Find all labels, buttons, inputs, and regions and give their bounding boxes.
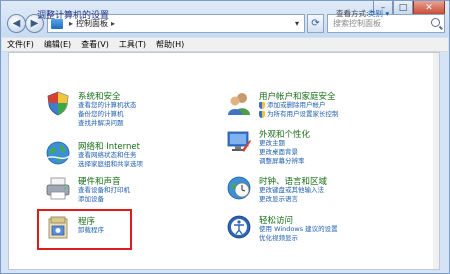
category-links: 使用 Windows 建议的设置 优化视频显示 — [259, 225, 338, 243]
view-by-dropdown[interactable]: 类别 ▾ — [368, 8, 389, 19]
category-links: 更改键盘或其他输入法 更改显示语言 — [259, 186, 324, 204]
uac-shield-icon — [259, 102, 265, 109]
link-view-network-status[interactable]: 查看网络状态和任务 — [78, 151, 143, 160]
back-button[interactable]: ◀ — [7, 14, 26, 33]
address-dropdown-icon[interactable]: ▾ — [290, 19, 304, 28]
link-homegroup-sharing[interactable]: 选择家庭组和共享选项 — [78, 160, 143, 169]
category-links: 更改主题 更改桌面背景 调整屏幕分辨率 — [259, 139, 305, 166]
category-links: 查看您的计算机状态 备份您的计算机 查找并解决问题 — [78, 101, 137, 128]
link-backup-computer[interactable]: 备份您的计算机 — [78, 110, 137, 119]
menu-edit[interactable]: 编辑(E) — [39, 39, 76, 50]
refresh-button[interactable]: ⟳ — [307, 14, 324, 33]
system-security-icon[interactable] — [45, 90, 71, 116]
menu-help[interactable]: 帮助(H) — [151, 39, 189, 50]
network-globe-icon[interactable] — [45, 140, 71, 166]
link-view-computer-status[interactable]: 查看您的计算机状态 — [78, 101, 137, 110]
user-accounts-icon[interactable] — [226, 90, 252, 116]
link-change-desktop-background[interactable]: 更改桌面背景 — [259, 148, 305, 157]
view-by-label: 查看方式: — [336, 9, 369, 18]
programs-highlight-box — [37, 209, 132, 250]
link-change-display-language[interactable]: 更改显示语言 — [259, 195, 324, 204]
menu-bar: 文件(F) 编辑(E) 查看(V) 工具(T) 帮助(H) — [2, 38, 448, 52]
breadcrumb-trail-arrow[interactable]: ▸ — [111, 19, 115, 28]
scrollbar[interactable] — [433, 53, 439, 269]
menu-view[interactable]: 查看(V) — [76, 39, 114, 50]
link-adjust-resolution[interactable]: 调整屏幕分辨率 — [259, 157, 305, 166]
category-links: 添加或删除用户帐户 为所有用户设置家长控制 — [259, 101, 339, 119]
category-links: 查看网络状态和任务 选择家庭组和共享选项 — [78, 151, 143, 169]
link-recommended-settings[interactable]: 使用 Windows 建议的设置 — [259, 225, 338, 234]
menu-file[interactable]: 文件(F) — [2, 39, 39, 50]
uac-shield-icon — [259, 111, 265, 118]
clock-globe-icon[interactable] — [226, 175, 252, 201]
ease-of-access-icon[interactable] — [226, 214, 252, 240]
appearance-monitor-icon[interactable] — [226, 128, 252, 154]
link-parental-controls[interactable]: 为所有用户设置家长控制 — [259, 110, 339, 119]
category-links: 查看设备和打印机 添加设备 — [78, 186, 130, 204]
search-icon[interactable] — [431, 18, 440, 27]
link-add-remove-accounts[interactable]: 添加或删除用户帐户 — [259, 101, 339, 110]
link-devices-printers[interactable]: 查看设备和打印机 — [78, 186, 130, 195]
link-change-theme[interactable]: 更改主题 — [259, 139, 305, 148]
printer-icon[interactable] — [45, 175, 71, 201]
link-optimize-visual-display[interactable]: 优化视频显示 — [259, 234, 338, 243]
link-change-input-method[interactable]: 更改键盘或其他输入法 — [259, 186, 324, 195]
search-placeholder: 搜索控制面板 — [333, 19, 381, 28]
link-add-device[interactable]: 添加设备 — [78, 195, 130, 204]
link-find-fix-problems[interactable]: 查找并解决问题 — [78, 119, 137, 128]
menu-tools[interactable]: 工具(T) — [114, 39, 151, 50]
page-title: 调整计算机的设置 — [37, 11, 110, 21]
